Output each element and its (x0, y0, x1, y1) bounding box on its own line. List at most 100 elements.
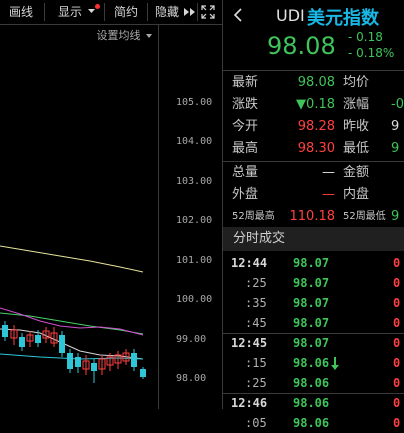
quote-value: 9 (391, 119, 400, 134)
tick-time: 12:46 (231, 396, 268, 410)
tick-row: :45 98.07 0 (223, 313, 404, 333)
price-change-pct: - 0.18% (348, 46, 395, 60)
simplified-button[interactable]: 简约 (108, 0, 144, 24)
last-price: 98.08 (267, 32, 336, 60)
tick-volume: 0 (393, 376, 401, 390)
quote-label: 外盘 (232, 187, 259, 202)
quote-row: 最高 98.30 最低 9 (223, 138, 404, 160)
down-arrow-icon (331, 357, 339, 370)
chevron-down-icon[interactable] (88, 9, 95, 14)
price-change: - 0.18 (348, 30, 383, 44)
toolbar-divider (147, 3, 148, 21)
tick-price: 98.07 (293, 336, 330, 350)
tick-price: 98.07 (293, 256, 330, 270)
quote-label: 涨幅 (343, 97, 370, 112)
price-tick: 105.00 (176, 97, 213, 108)
quote-label: 昨收 (343, 119, 370, 134)
tick-time: 12:45 (231, 336, 268, 350)
tick-volume: 0 (393, 396, 401, 410)
quote-value: -0 (391, 97, 404, 112)
quote-value: 9 (391, 141, 400, 156)
tick-volume: 0 (393, 296, 401, 310)
tick-row: 12:44 98.07 0 (223, 253, 404, 273)
display-button[interactable]: 显示 (50, 0, 90, 24)
quote-label: 最低 (343, 141, 370, 156)
tick-volume: 0 (393, 356, 401, 370)
tick-row: 12:46 98.06 0 (223, 393, 404, 413)
tick-price: 98.07 (293, 316, 330, 330)
ma-line-yellow (0, 245, 144, 273)
divider (223, 70, 404, 71)
chart-toolbar: 画线 显示 简约 隐藏 (0, 0, 222, 25)
quote-row: 总量 — 金额 (223, 162, 404, 184)
price-tick: 102.00 (176, 215, 213, 226)
quote-value: 98.28 (297, 119, 335, 134)
tick-time: :45 (245, 316, 267, 330)
quote-value: — (322, 165, 335, 180)
tick-price: 98.06 (293, 376, 330, 390)
quote-panel: UDI 美元指数 98.08 - 0.18 - 0.18% 最新 98.08 均… (223, 0, 404, 430)
tick-row: :35 98.07 0 (223, 293, 404, 313)
quote-label: 52周最高 (232, 211, 275, 222)
price-tick: 98.00 (176, 373, 207, 384)
quote-value: — (322, 187, 335, 202)
toolbar-divider (104, 3, 105, 21)
symbol-code: UDI (276, 6, 305, 25)
kline-chart[interactable]: 设置均线 105.00 104.00 103.00 102.00 101.00 … (0, 25, 222, 409)
quote-label: 涨跌 (232, 97, 259, 112)
quote-value: ▼0.18 (296, 97, 335, 112)
double-chevron-right-icon[interactable] (184, 8, 196, 16)
back-arrow-icon[interactable] (233, 8, 243, 22)
quote-label: 最高 (232, 141, 259, 156)
tick-row: :25 98.07 0 (223, 273, 404, 293)
quote-label: 最新 (232, 75, 259, 90)
tick-time: :25 (245, 276, 267, 290)
tick-volume: 0 (393, 256, 401, 270)
quote-value: 9 (391, 209, 400, 224)
price-tick: 100.00 (176, 294, 213, 305)
tick-row: :25 98.06 0 (223, 373, 404, 393)
price-tick: 104.00 (176, 136, 213, 147)
tick-price: 98.07 (293, 296, 330, 310)
price-tick: 103.00 (176, 176, 213, 187)
tick-volume: 0 (393, 316, 401, 330)
symbol-name: 美元指数 (307, 8, 379, 29)
ma-line-green (0, 312, 144, 335)
tick-time: :25 (245, 376, 267, 390)
quote-value: 110.18 (289, 209, 336, 224)
tick-price: 98.06 (293, 416, 330, 430)
quote-row: 52周最高 110.18 52周最低 9 (223, 206, 404, 228)
quote-label: 总量 (232, 165, 259, 180)
tick-row: :15 98.06 0 (223, 353, 404, 373)
ma-line-magenta (0, 307, 144, 336)
tick-price: 98.06 (293, 356, 330, 370)
toolbar-divider (197, 3, 198, 21)
draw-lines-button[interactable]: 画线 (0, 0, 42, 24)
price-tick: 99.00 (176, 334, 207, 345)
tick-time: :35 (245, 296, 267, 310)
tick-trades-title[interactable]: 分时成交 (223, 227, 404, 251)
price-axis-line (158, 25, 159, 409)
quote-row: 外盘 — 内盘 (223, 184, 404, 206)
quote-label: 52周最低 (343, 211, 386, 222)
notification-dot (95, 4, 100, 9)
quote-row: 今开 98.28 昨收 9 (223, 116, 404, 138)
quote-row: 涨跌 ▼0.18 涨幅 -0 (223, 94, 404, 116)
tick-time: :05 (245, 416, 267, 430)
quote-label: 均价 (343, 75, 370, 90)
toolbar-divider (44, 3, 45, 21)
tick-price: 98.07 (293, 276, 330, 290)
expand-icon[interactable] (201, 5, 215, 19)
quote-label: 金额 (343, 165, 370, 180)
price-tick: 101.00 (176, 255, 213, 266)
tick-row: :05 98.06 0 (223, 413, 404, 433)
quote-value: 98.08 (297, 75, 335, 90)
tick-time: :15 (245, 356, 267, 370)
quote-value: 98.30 (297, 141, 335, 156)
tick-volume: 0 (393, 276, 401, 290)
quote-label: 今开 (232, 119, 259, 134)
tick-volume: 0 (393, 416, 401, 430)
tick-row: 12:45 98.07 0 (223, 333, 404, 353)
hide-button[interactable]: 隐藏 (150, 0, 184, 24)
quote-row: 最新 98.08 均价 (223, 72, 404, 94)
